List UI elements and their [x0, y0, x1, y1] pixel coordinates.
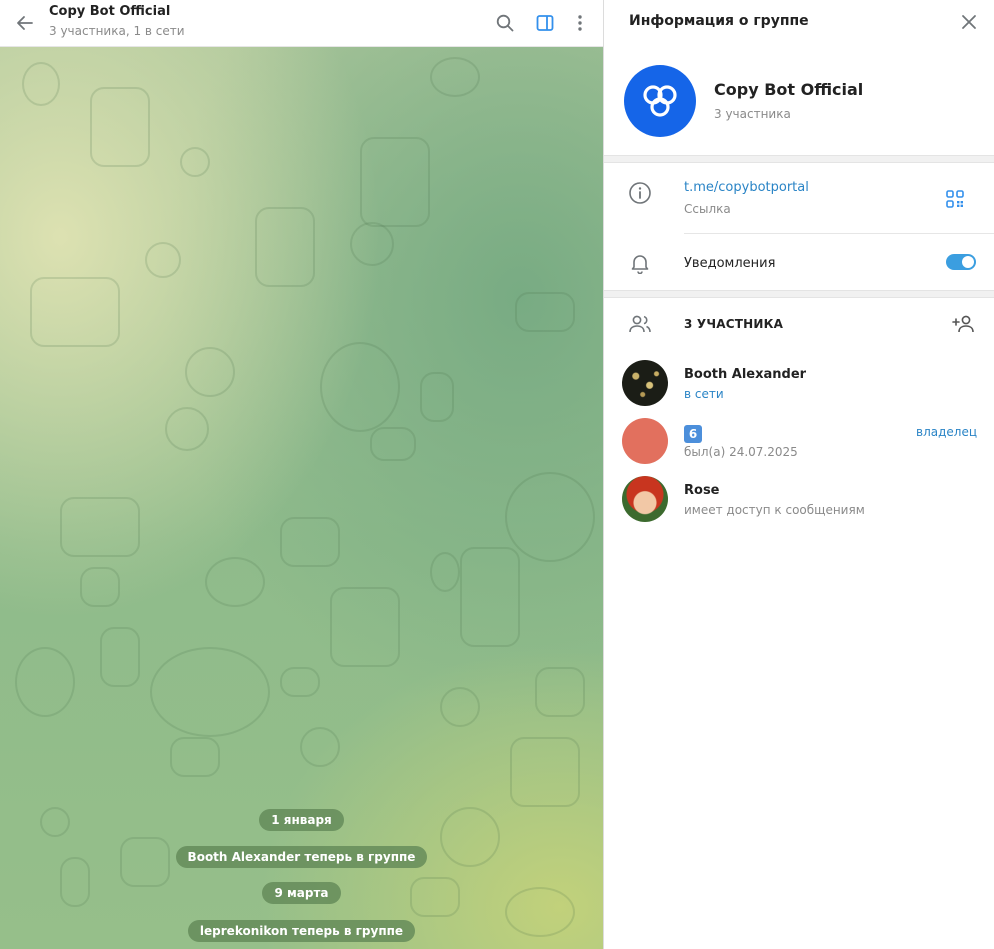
chat-header: Copy Bot Official 3 участника, 1 в сети [0, 0, 603, 47]
member-row-booth-alexander[interactable]: Booth Alexander в сети [604, 360, 994, 414]
member-name: Booth Alexander [684, 367, 807, 382]
search-icon[interactable] [493, 11, 517, 35]
invite-link-caption: Ссылка [684, 202, 731, 216]
notifications-label: Уведомления [684, 256, 776, 271]
doodle-shape [440, 687, 480, 727]
group-name: Copy Bot Official [714, 80, 864, 99]
member-status: в сети [684, 387, 724, 401]
doodle-shape [185, 347, 235, 397]
doodle-shape [535, 667, 585, 717]
doodle-shape [360, 137, 430, 227]
doodle-shape [15, 647, 75, 717]
chat-title[interactable]: Copy Bot Official [49, 4, 170, 19]
date-pill: 9 марта [262, 882, 341, 904]
info-icon [627, 180, 653, 206]
doodle-shape [280, 517, 340, 567]
doodle-shape [420, 372, 454, 422]
member-name: Rose [684, 483, 720, 498]
doodle-shape [430, 57, 480, 97]
doodle-shape [30, 277, 120, 347]
doodle-shape [510, 737, 580, 807]
owner-badge: владелец [916, 425, 977, 439]
doodle-shape [280, 667, 320, 697]
doodle-shape [320, 342, 400, 432]
doodle-shape [430, 552, 460, 592]
info-panel-title: Информация о группе [629, 13, 809, 29]
member-name: 6 [684, 425, 702, 443]
chat-subtitle: 3 участника, 1 в сети [49, 24, 185, 38]
doodle-shape [255, 207, 315, 287]
doodle-shape [145, 242, 181, 278]
row-divider [684, 233, 994, 234]
toggle-knob [962, 256, 974, 268]
members-icon [627, 311, 653, 337]
sidebar-toggle-icon[interactable] [533, 11, 557, 35]
back-arrow-icon[interactable] [12, 10, 38, 36]
doodle-shape [180, 147, 210, 177]
keycap-six: 6 [684, 425, 702, 443]
qr-code-icon[interactable] [942, 186, 968, 212]
members-section-title: 3 УЧАСТНИКА [684, 317, 784, 331]
avatar [622, 476, 668, 522]
doodle-shape [460, 547, 520, 647]
doodle-shape [300, 727, 340, 767]
group-avatar[interactable] [624, 65, 696, 137]
avatar [622, 418, 668, 464]
doodle-shape [515, 292, 575, 332]
join-notice-pill: leprekonikon теперь в группе [187, 920, 416, 942]
close-icon[interactable] [958, 11, 980, 33]
doodle-shape [205, 557, 265, 607]
more-vertical-icon[interactable] [568, 11, 592, 35]
service-message: 9 марта [0, 882, 603, 904]
doodle-shape [22, 62, 60, 106]
doodle-shape [350, 222, 394, 266]
doodle-shape [80, 567, 120, 607]
doodle-shape [100, 627, 140, 687]
join-notice-pill: Booth Alexander теперь в группе [175, 846, 428, 868]
group-info-pane: Информация о группе Copy Bot Official 3 … [603, 0, 994, 949]
group-member-count: 3 участника [714, 107, 791, 121]
service-message: 1 января [0, 809, 603, 831]
doodle-shape [150, 647, 270, 737]
doodle-shape [330, 587, 400, 667]
add-member-icon[interactable] [951, 311, 977, 337]
doodle-shape [370, 427, 416, 461]
doodle-shape [90, 87, 150, 167]
member-status: имеет доступ к сообщениям [684, 503, 865, 517]
notifications-toggle[interactable] [946, 254, 976, 270]
section-divider [604, 155, 994, 163]
member-row-rose[interactable]: Rose имеет доступ к сообщениям [604, 476, 994, 530]
service-message: leprekonikon теперь в группе [0, 920, 603, 942]
date-pill: 1 января [259, 809, 344, 831]
doodle-shape [165, 407, 209, 451]
doodle-shape [170, 737, 220, 777]
doodle-shape [60, 497, 140, 557]
member-status: был(а) 24.07.2025 [684, 445, 798, 459]
avatar [622, 360, 668, 406]
chat-pane: Copy Bot Official 3 участника, 1 в сети [0, 0, 603, 949]
section-divider [604, 290, 994, 298]
doodle-shape [505, 472, 595, 562]
member-row-owner[interactable]: 6 был(а) 24.07.2025 владелец [604, 418, 994, 472]
invite-link[interactable]: t.me/copybotportal [684, 180, 809, 195]
service-message: Booth Alexander теперь в группе [0, 846, 603, 868]
bell-icon [627, 250, 653, 276]
group-logo-icon [643, 85, 677, 117]
